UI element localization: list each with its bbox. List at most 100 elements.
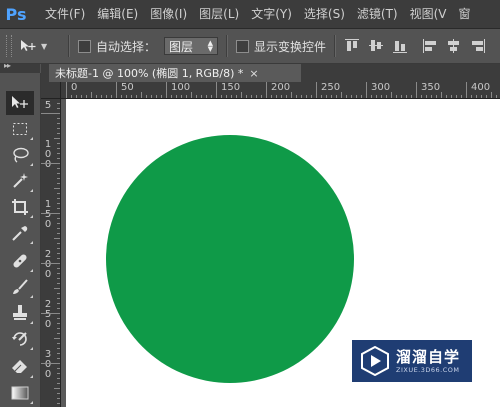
align-top-icon[interactable] [344, 38, 360, 54]
gradient-tool-icon[interactable] [6, 381, 34, 405]
eyedropper-tool-icon[interactable] [6, 221, 34, 245]
align-hcenter-icon[interactable] [446, 38, 462, 54]
show-transform-checkbox[interactable] [236, 39, 250, 53]
menu-type[interactable]: 文字(Y) [245, 0, 298, 28]
ruler-tick [57, 183, 60, 184]
align-right-icon[interactable] [470, 38, 486, 54]
ruler-tick [111, 95, 112, 98]
ruler-tick [57, 278, 60, 279]
options-bar-grip[interactable] [6, 35, 12, 57]
ruler-tick [426, 95, 427, 98]
ruler-tick [186, 95, 187, 98]
ruler-tick [86, 95, 87, 98]
divider [226, 35, 229, 57]
ruler-label: 250 [321, 82, 341, 93]
ruler-tick [321, 95, 322, 98]
ruler-tick [266, 82, 267, 98]
menu-layer[interactable]: 图层(L) [193, 0, 245, 28]
brush-tool-icon[interactable] [6, 275, 34, 299]
ruler-tick [54, 188, 60, 189]
menu-select[interactable]: 选择(S) [298, 0, 351, 28]
ruler-tick [57, 308, 60, 309]
move-tool-icon[interactable] [6, 91, 34, 115]
ruler-tick [57, 203, 60, 204]
ruler-tick [57, 268, 60, 269]
ruler-tick [57, 258, 60, 259]
ruler-tick [57, 153, 60, 154]
menu-image[interactable]: 图像(I) [144, 0, 193, 28]
menu-file[interactable]: 文件(F) [39, 0, 91, 28]
ruler-tick [451, 95, 452, 98]
ruler-tick [296, 95, 297, 98]
ruler-tick [401, 95, 402, 98]
close-icon[interactable]: × [249, 67, 258, 80]
menu-view[interactable]: 视图(V [404, 0, 453, 28]
ruler-tick [146, 95, 147, 98]
ruler-label: 150 [221, 82, 241, 93]
ruler-tick [57, 283, 60, 284]
ruler-tick [57, 358, 60, 359]
ruler-tick [41, 313, 60, 314]
ruler-tick [466, 82, 467, 98]
menu-bar: Ps 文件(F) 编辑(E) 图像(I) 图层(L) 文字(Y) 选择(S) 滤… [0, 0, 500, 29]
ruler-origin[interactable] [41, 82, 61, 99]
vertical-ruler[interactable]: 5 1 0 0 1 5 0 2 0 0 2 5 0 3 0 0 [41, 99, 61, 407]
ellipse-layer[interactable] [106, 135, 354, 383]
ruler-tick [391, 92, 392, 98]
ruler-tick [57, 108, 60, 109]
ruler-tick [341, 92, 342, 98]
auto-select-target-dropdown[interactable]: 图层 ▲ ▼ [164, 37, 219, 55]
menu-window[interactable]: 窗 [453, 0, 477, 28]
lasso-tool-icon[interactable] [6, 143, 34, 167]
marquee-tool-icon[interactable] [6, 117, 34, 141]
chevron-down-icon: ▼ [41, 41, 48, 51]
history-brush-tool-icon[interactable] [6, 327, 34, 351]
ruler-tick [57, 198, 60, 199]
document-tab[interactable]: 未标题-1 @ 100% (椭圆 1, RGB/8) * × [49, 64, 301, 82]
align-vcenter-icon[interactable] [368, 38, 384, 54]
ruler-tick [126, 95, 127, 98]
ruler-tick [81, 95, 82, 98]
divider [68, 35, 70, 57]
horizontal-ruler[interactable]: 0 50 100 150 200 250 300 350 400 [61, 82, 500, 99]
crop-tool-icon[interactable] [6, 195, 34, 219]
ruler-tick [256, 95, 257, 98]
ruler-tick [57, 143, 60, 144]
ruler-tick [176, 95, 177, 98]
eraser-tool-icon[interactable] [6, 355, 34, 379]
auto-select-checkbox[interactable] [78, 39, 91, 53]
ruler-tick [57, 393, 60, 394]
ruler-tick [486, 95, 487, 98]
ruler-tick [57, 368, 60, 369]
ruler-tick [441, 92, 442, 98]
ruler-tick [236, 95, 237, 98]
ruler-tick [161, 95, 162, 98]
ruler-tick [166, 82, 167, 98]
ruler-label: 100 [171, 82, 191, 93]
ruler-tick [41, 113, 60, 114]
menu-edit[interactable]: 编辑(E) [91, 0, 144, 28]
ruler-tick [121, 95, 122, 98]
toolbox-header[interactable]: ▸▸ [0, 61, 40, 73]
ruler-tick [331, 95, 332, 98]
ruler-tick [476, 95, 477, 98]
magic-wand-tool-icon[interactable] [6, 169, 34, 193]
ruler-tick [356, 95, 357, 98]
menu-filter[interactable]: 滤镜(T) [351, 0, 404, 28]
ruler-tick [221, 95, 222, 98]
tool-preset-picker[interactable]: ▼ [20, 39, 60, 53]
ruler-tick [316, 82, 317, 98]
align-bottom-icon[interactable] [392, 38, 408, 54]
ruler-tick [436, 95, 437, 98]
ruler-tick [416, 82, 417, 98]
ruler-tick [276, 95, 277, 98]
ruler-tick [336, 95, 337, 98]
ruler-tick [57, 208, 60, 209]
dropdown-value: 图层 [169, 39, 194, 54]
ruler-tick [41, 213, 60, 214]
ruler-tick [131, 95, 132, 98]
document-tab-title: 未标题-1 @ 100% (椭圆 1, RGB/8) * [55, 67, 244, 80]
clone-stamp-tool-icon[interactable] [6, 301, 34, 325]
align-left-icon[interactable] [422, 38, 438, 54]
healing-brush-tool-icon[interactable] [6, 249, 34, 273]
